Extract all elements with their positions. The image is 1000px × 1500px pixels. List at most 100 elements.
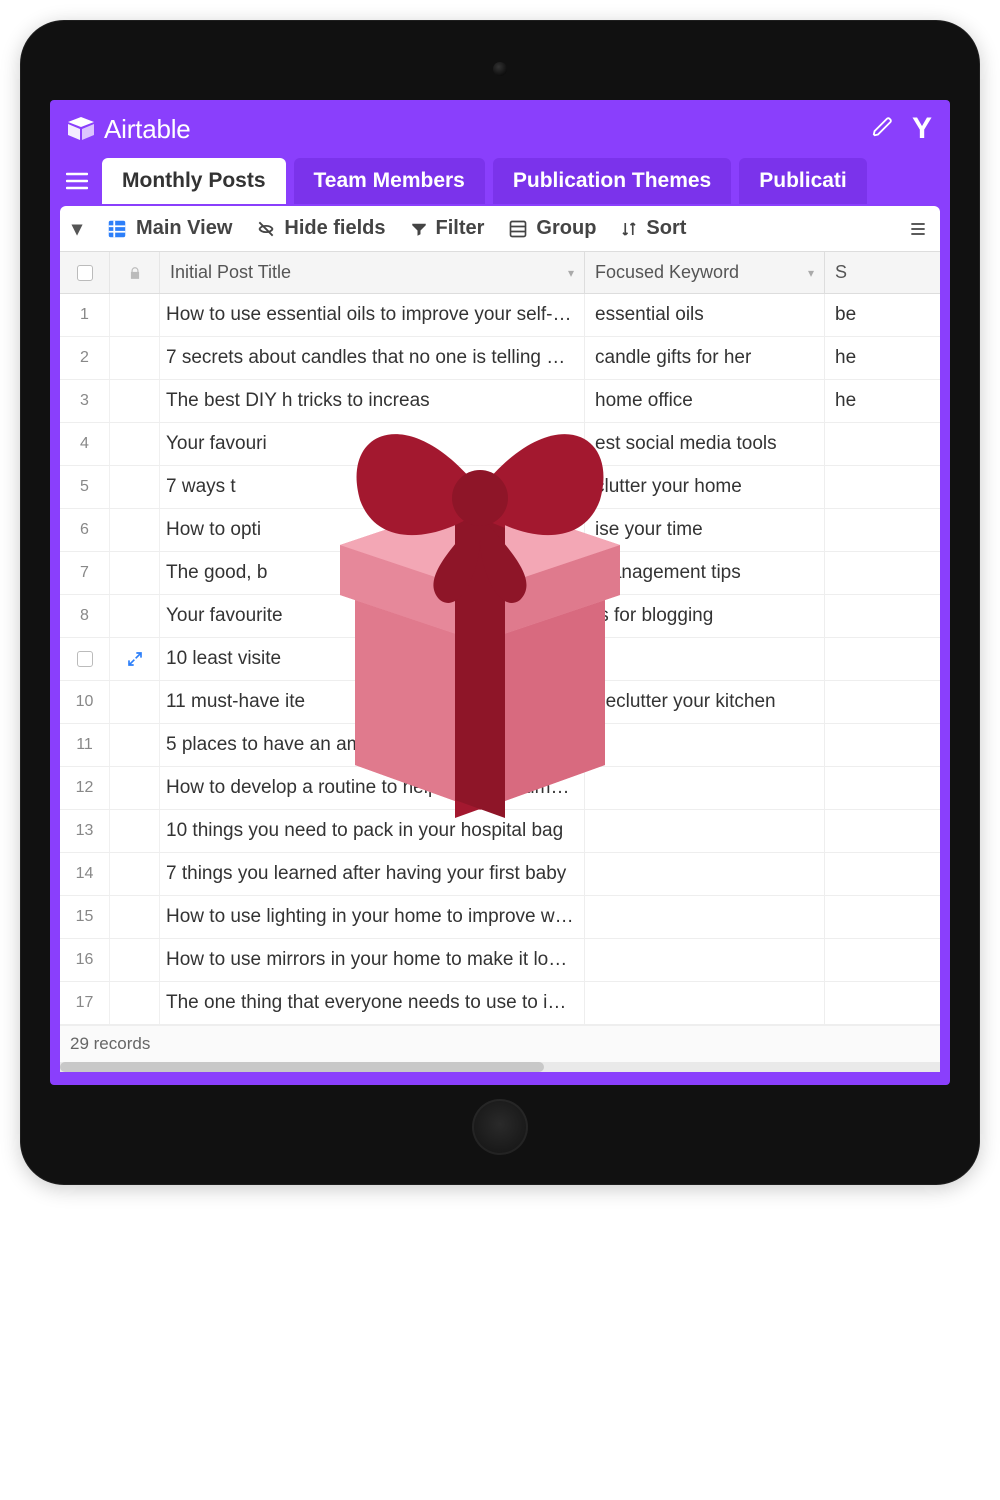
cell-s[interactable] [825, 767, 885, 809]
table-row[interactable]: 8Your favouritels for blogging [60, 595, 940, 638]
cell-s[interactable] [825, 982, 885, 1024]
cell-title[interactable]: How to use mirrors in your home to make … [160, 939, 585, 981]
cell-keyword[interactable] [585, 939, 825, 981]
cell-s[interactable] [825, 939, 885, 981]
column-header-keyword[interactable]: Focused Keyword ▾ [585, 252, 825, 293]
cell-title[interactable]: The one thing that everyone needs to use… [160, 982, 585, 1024]
table-row[interactable]: 15 How to use lighting in your home to im… [60, 896, 940, 939]
cell-s[interactable] [825, 466, 885, 508]
cell-title[interactable]: 7 things you learned after having your f… [160, 853, 585, 895]
table-row[interactable]: 4Your favouriest social media tools [60, 423, 940, 466]
column-header-s[interactable]: S [825, 252, 885, 293]
cell-keyword[interactable] [585, 896, 825, 938]
expand-placeholder [110, 724, 160, 766]
cell-keyword[interactable] [585, 810, 825, 852]
tab-monthly-posts[interactable]: Monthly Posts [102, 158, 286, 204]
table-row[interactable]: 16How to use mirrors in your home to mak… [60, 939, 940, 982]
chevron-down-icon[interactable]: ▾ [568, 266, 574, 280]
table-row[interactable]: 27 secrets about candles that no one is … [60, 337, 940, 380]
cell-title[interactable]: 11 must-have ite [160, 681, 585, 723]
cell-title[interactable]: Your favouri [160, 423, 585, 465]
cell-title[interactable]: 10 least visite [160, 638, 585, 680]
cell-keyword[interactable]: declutter your kitchen [585, 681, 825, 723]
cell-keyword[interactable] [585, 767, 825, 809]
expand-placeholder [110, 767, 160, 809]
tab-publication-themes[interactable]: Publication Themes [493, 158, 731, 204]
chevron-down-icon: ▾ [72, 216, 82, 241]
table-row[interactable]: 7 The good, bmanagement tips [60, 552, 940, 595]
hide-fields-button[interactable]: Hide fields [256, 217, 385, 240]
cell-title[interactable]: 7 ways t [160, 466, 585, 508]
cell-title[interactable]: Your favourite [160, 595, 585, 637]
cell-keyword[interactable] [585, 982, 825, 1024]
row-height-button[interactable] [908, 219, 928, 239]
group-button[interactable]: Group [508, 217, 596, 240]
filter-button[interactable]: Filter [410, 217, 485, 240]
expand-record-icon[interactable] [110, 638, 160, 680]
cell-title[interactable]: The good, b [160, 552, 585, 594]
cell-s[interactable] [825, 896, 885, 938]
cell-keyword[interactable]: essential oils [585, 294, 825, 336]
cell-s[interactable] [825, 423, 885, 465]
cell-keyword[interactable]: est social media tools [585, 423, 825, 465]
row-number: 7 [60, 552, 110, 594]
cell-keyword[interactable]: management tips [585, 552, 825, 594]
cell-title[interactable]: How to opti [160, 509, 585, 551]
cell-s[interactable] [825, 810, 885, 852]
scrollbar-thumb[interactable] [60, 1062, 544, 1072]
main-view-button[interactable]: Main View [106, 217, 232, 240]
cell-title[interactable]: How to develop a routine to help you sav… [160, 767, 585, 809]
cell-s[interactable] [825, 638, 885, 680]
cell-title[interactable]: 10 things you need to pack in your hospi… [160, 810, 585, 852]
cell-keyword[interactable]: ise your time [585, 509, 825, 551]
app-logo[interactable]: Airtable [66, 114, 191, 145]
table-row[interactable]: 10 least visite [60, 638, 940, 681]
cell-title[interactable]: 7 secrets about candles that no one is t… [160, 337, 585, 379]
view-switcher[interactable]: ▾ [72, 216, 82, 241]
column-header-title[interactable]: Initial Post Title ▾ [160, 252, 585, 293]
cell-s[interactable] [825, 724, 885, 766]
cell-s[interactable] [825, 681, 885, 723]
cell-s[interactable]: be [825, 294, 885, 336]
cell-title[interactable]: How to use lighting in your home to impr… [160, 896, 585, 938]
table-row[interactable]: 115 places to have an ama [60, 724, 940, 767]
horizontal-scrollbar[interactable] [60, 1062, 940, 1072]
cell-keyword[interactable]: ls for blogging [585, 595, 825, 637]
row-number: 5 [60, 466, 110, 508]
cell-keyword[interactable]: clutter your home [585, 466, 825, 508]
table-row[interactable]: 12How to develop a routine to help you s… [60, 767, 940, 810]
cell-title[interactable]: 5 places to have an ama [160, 724, 585, 766]
row-checkbox[interactable] [60, 638, 110, 680]
row-number: 15 [60, 896, 110, 938]
home-button[interactable] [472, 1099, 528, 1155]
cell-keyword[interactable]: home office [585, 380, 825, 422]
table-row[interactable]: 5 7 ways tclutter your home [60, 466, 940, 509]
edit-icon[interactable] [872, 116, 894, 143]
cell-keyword[interactable] [585, 853, 825, 895]
hamburger-icon[interactable] [60, 172, 94, 190]
cell-title[interactable]: How to use essential oils to improve you… [160, 294, 585, 336]
cell-keyword[interactable]: candle gifts for her [585, 337, 825, 379]
table-row[interactable]: 1How to use essential oils to improve yo… [60, 294, 940, 337]
table-row[interactable]: 1011 must-have itedeclutter your kitchen [60, 681, 940, 724]
cell-s[interactable] [825, 595, 885, 637]
select-all-checkbox[interactable] [60, 252, 110, 293]
cell-keyword[interactable] [585, 724, 825, 766]
cell-s[interactable] [825, 853, 885, 895]
cell-title[interactable]: The best DIY h tricks to increas [160, 380, 585, 422]
sort-button[interactable]: Sort [620, 217, 686, 240]
cell-s[interactable]: he [825, 337, 885, 379]
tab-publication-partial[interactable]: Publicati [739, 158, 867, 204]
tab-team-members[interactable]: Team Members [294, 158, 485, 204]
table-row[interactable]: 6How to optiise your time [60, 509, 940, 552]
table-row[interactable]: 147 things you learned after having your… [60, 853, 940, 896]
cell-s[interactable]: he [825, 380, 885, 422]
chevron-down-icon[interactable]: ▾ [808, 266, 814, 280]
cell-s[interactable] [825, 552, 885, 594]
table-row[interactable]: 17The one thing that everyone needs to u… [60, 982, 940, 1025]
cell-keyword[interactable] [585, 638, 825, 680]
cell-s[interactable] [825, 509, 885, 551]
table-row[interactable]: 3The best DIY h tricks to increashome of… [60, 380, 940, 423]
table-row[interactable]: 1310 things you need to pack in your hos… [60, 810, 940, 853]
grid-view-icon [106, 218, 128, 240]
